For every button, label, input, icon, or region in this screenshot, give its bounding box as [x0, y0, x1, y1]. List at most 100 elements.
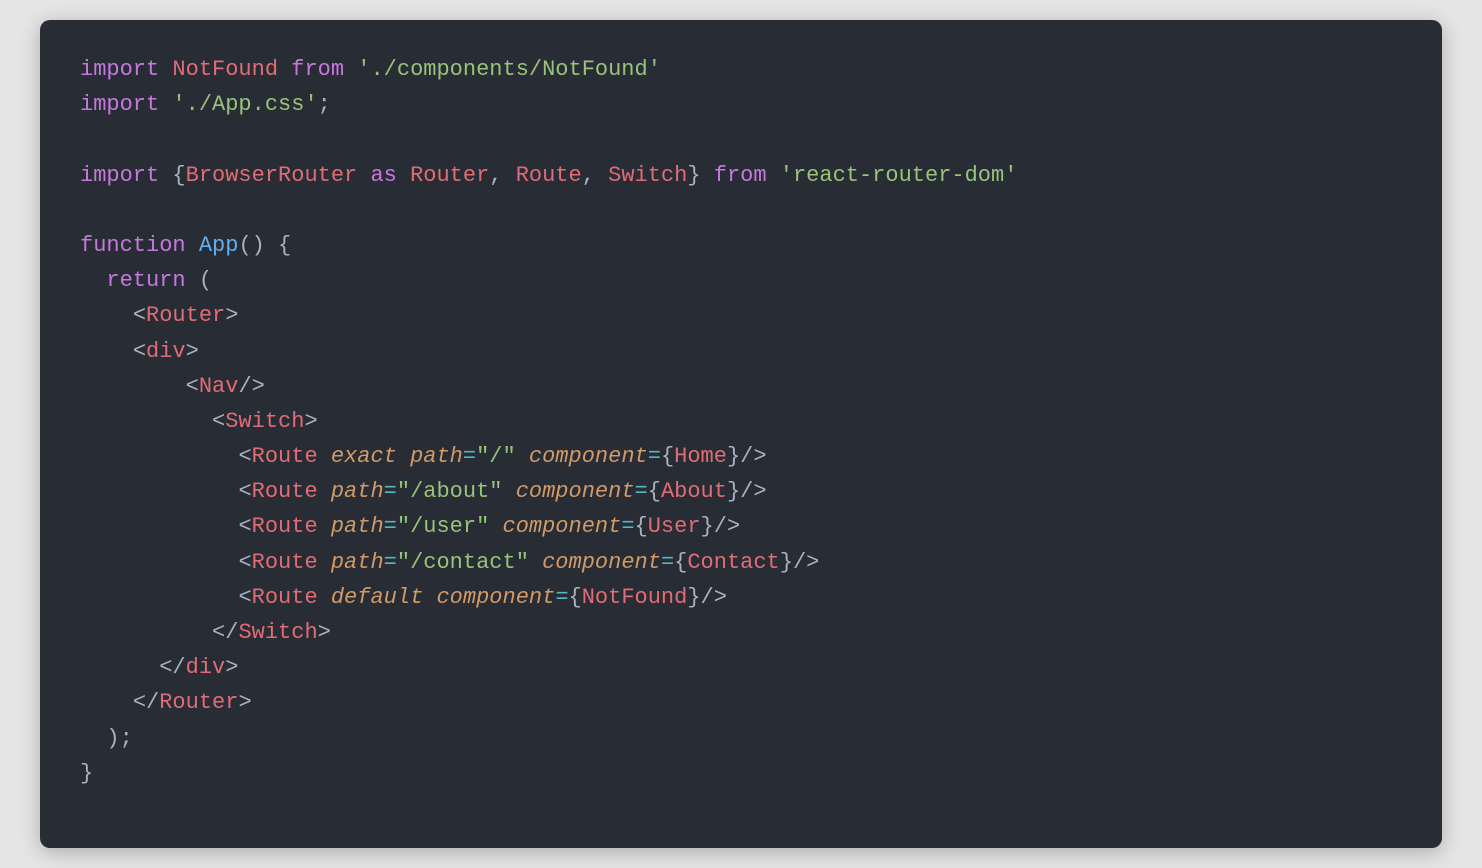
- angle-close: >: [238, 690, 251, 715]
- angle-open-close: </: [133, 690, 159, 715]
- attr-path: path: [410, 444, 463, 469]
- parens: (): [238, 233, 264, 258]
- equals: =: [635, 479, 648, 504]
- keyword-from: from: [714, 163, 767, 188]
- attr-path: path: [331, 479, 384, 504]
- brace-close: }: [780, 550, 793, 575]
- attr-component: component: [503, 514, 622, 539]
- paren-open: (: [199, 268, 212, 293]
- angle-open: <: [133, 339, 146, 364]
- brace-close: }: [80, 761, 93, 786]
- equals: =: [384, 514, 397, 539]
- angle-open: <: [238, 514, 251, 539]
- jsx-router: Router: [146, 303, 225, 328]
- jsx-switch: Switch: [225, 409, 304, 434]
- identifier-route: Route: [516, 163, 582, 188]
- self-close: />: [701, 585, 727, 610]
- self-close: />: [793, 550, 819, 575]
- angle-close: >: [225, 303, 238, 328]
- identifier-home: Home: [674, 444, 727, 469]
- attr-component: component: [516, 479, 635, 504]
- brace-open: {: [278, 233, 291, 258]
- semicolon: ;: [120, 726, 133, 751]
- string-val: "/about": [397, 479, 503, 504]
- jsx-router: Router: [159, 690, 238, 715]
- brace-close: }: [727, 479, 740, 504]
- attr-component: component: [436, 585, 555, 610]
- jsx-route: Route: [252, 585, 318, 610]
- jsx-switch: Switch: [238, 620, 317, 645]
- identifier-user: User: [648, 514, 701, 539]
- string-path: './components/NotFound': [357, 57, 661, 82]
- keyword-import: import: [80, 92, 159, 117]
- self-close: />: [740, 444, 766, 469]
- angle-open: <: [238, 550, 251, 575]
- identifier-browserrouter: BrowserRouter: [186, 163, 358, 188]
- identifier-contact: Contact: [687, 550, 779, 575]
- code-block: import NotFound from './components/NotFo…: [40, 20, 1442, 848]
- brace-open: {: [674, 550, 687, 575]
- paren-close: ): [106, 726, 119, 751]
- angle-close: >: [186, 339, 199, 364]
- keyword-function: function: [80, 233, 186, 258]
- string-val: "/user": [397, 514, 489, 539]
- jsx-nav: Nav: [199, 374, 239, 399]
- keyword-from: from: [291, 57, 344, 82]
- angle-open: <: [238, 444, 251, 469]
- self-close: />: [714, 514, 740, 539]
- semicolon: ;: [318, 92, 331, 117]
- brace-open: {: [635, 514, 648, 539]
- brace-open: {: [569, 585, 582, 610]
- angle-close: >: [225, 655, 238, 680]
- brace-open: {: [648, 479, 661, 504]
- jsx-div: div: [186, 655, 226, 680]
- angle-close: >: [318, 620, 331, 645]
- keyword-return: return: [106, 268, 185, 293]
- comma: ,: [582, 163, 595, 188]
- attr-exact: exact: [331, 444, 397, 469]
- brace-open: {: [172, 163, 185, 188]
- angle-open: <: [186, 374, 199, 399]
- equals: =: [621, 514, 634, 539]
- identifier-notfound: NotFound: [582, 585, 688, 610]
- identifier-router: Router: [410, 163, 489, 188]
- keyword-import: import: [80, 163, 159, 188]
- equals: =: [384, 479, 397, 504]
- equals: =: [648, 444, 661, 469]
- brace-close: }: [687, 585, 700, 610]
- equals: =: [661, 550, 674, 575]
- attr-component: component: [542, 550, 661, 575]
- attr-path: path: [331, 550, 384, 575]
- identifier-notfound: NotFound: [172, 57, 278, 82]
- attr-default: default: [331, 585, 423, 610]
- string-path: 'react-router-dom': [780, 163, 1018, 188]
- keyword-import: import: [80, 57, 159, 82]
- jsx-route: Route: [252, 514, 318, 539]
- attr-component: component: [529, 444, 648, 469]
- comma: ,: [489, 163, 502, 188]
- keyword-as: as: [370, 163, 396, 188]
- string-val: "/contact": [397, 550, 529, 575]
- angle-open: <: [212, 409, 225, 434]
- identifier-about: About: [661, 479, 727, 504]
- angle-close: >: [304, 409, 317, 434]
- equals: =: [384, 550, 397, 575]
- equals: =: [463, 444, 476, 469]
- angle-open-close: </: [212, 620, 238, 645]
- self-close: />: [238, 374, 264, 399]
- identifier-switch: Switch: [608, 163, 687, 188]
- string-val: "/": [476, 444, 516, 469]
- string-path: './App.css': [172, 92, 317, 117]
- jsx-route: Route: [252, 550, 318, 575]
- jsx-div: div: [146, 339, 186, 364]
- code-content: import NotFound from './components/NotFo…: [80, 52, 1402, 791]
- brace-close: }: [701, 514, 714, 539]
- function-name: App: [199, 233, 239, 258]
- brace-open: {: [661, 444, 674, 469]
- angle-open: <: [238, 585, 251, 610]
- jsx-route: Route: [252, 444, 318, 469]
- equals: =: [555, 585, 568, 610]
- brace-close: }: [727, 444, 740, 469]
- jsx-route: Route: [252, 479, 318, 504]
- self-close: />: [740, 479, 766, 504]
